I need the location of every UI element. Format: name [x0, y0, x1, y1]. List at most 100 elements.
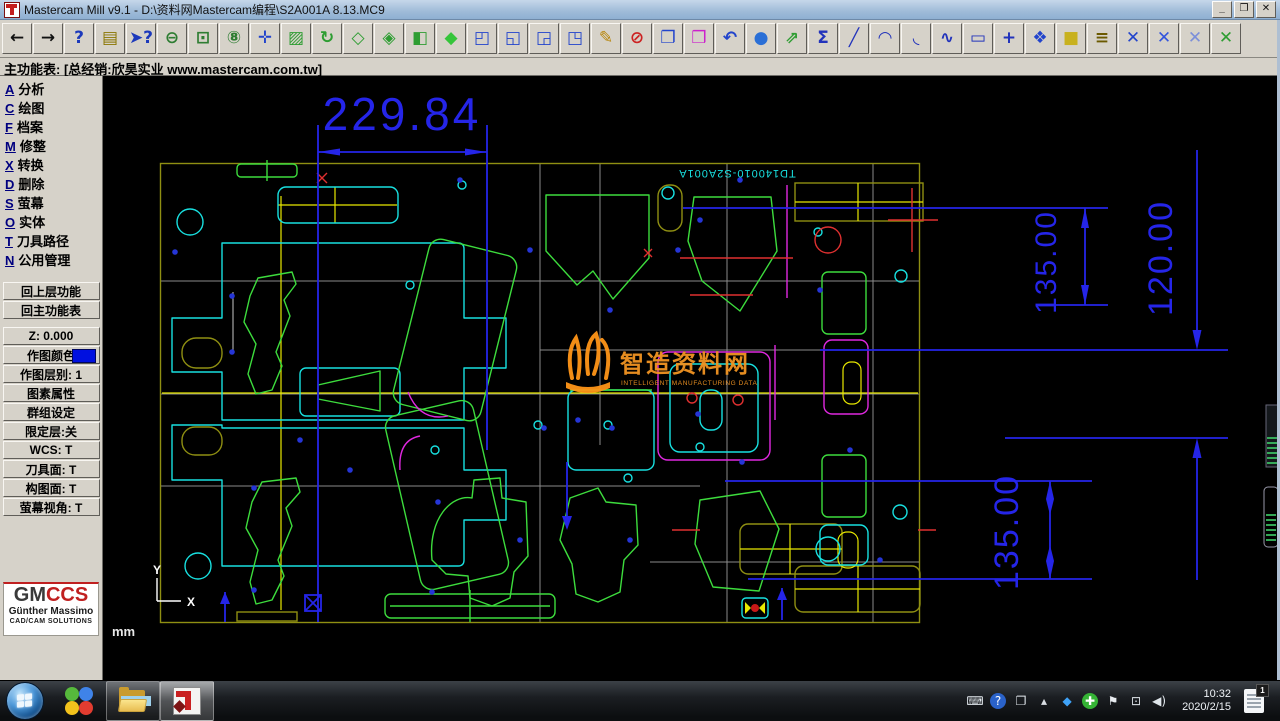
trim-divide[interactable]: ✕	[1180, 23, 1210, 54]
pencil[interactable]: ✎	[591, 23, 621, 54]
gview-axes[interactable]: ◈	[374, 23, 404, 54]
app-icon	[4, 1, 20, 18]
screen-next[interactable]: ⇗	[777, 23, 807, 54]
help[interactable]: ?	[64, 23, 94, 54]
keyboard-tray-icon[interactable]: ⌨	[966, 693, 983, 709]
clock[interactable]: 10:32 2020/2/15	[1182, 688, 1231, 714]
taskbar-app-explorer[interactable]	[106, 681, 160, 721]
modify[interactable]: M 修整	[5, 136, 102, 155]
trim-3[interactable]: ✕	[1211, 23, 1241, 54]
no-pencil[interactable]: ⊘	[622, 23, 652, 54]
shade[interactable]: ●	[746, 23, 776, 54]
attributes[interactable]: 图素属性	[2, 384, 100, 402]
control-button-label: Z: 0.000	[28, 329, 74, 343]
watermark-subtitle: INTELLIGENT MANUFACTURING DATA	[621, 380, 758, 387]
repaint[interactable]: ▨	[281, 23, 311, 54]
copy-entities[interactable]: ❐	[653, 23, 683, 54]
view-iso[interactable]: ◳	[560, 23, 590, 54]
forward[interactable]: →	[33, 23, 63, 54]
graphics-view[interactable]: 萤幕视角: T	[2, 498, 100, 516]
create-surface[interactable]: ❖	[1025, 23, 1055, 54]
construction-plane[interactable]: 构图面: T	[2, 479, 100, 497]
operations-manager[interactable]: ≡	[1087, 23, 1117, 54]
draw-level[interactable]: 作图层别: 1	[2, 365, 100, 383]
zoom[interactable]: ⊖	[157, 23, 187, 54]
back[interactable]: ←	[2, 23, 32, 54]
unzoom-08[interactable]: ⑧	[219, 23, 249, 54]
backup[interactable]: 回上层功能	[2, 282, 100, 300]
create-arc[interactable]: ◠	[870, 23, 900, 54]
graphics-area[interactable]: 229.84 135.00 120.00 135.00 TD140010-S2A…	[103, 76, 1280, 680]
mastercam-icon	[173, 687, 201, 715]
minimize-button[interactable]: _	[1212, 1, 1232, 18]
trim-2[interactable]: ✕	[1149, 23, 1179, 54]
tool-plane[interactable]: 刀具面: T	[2, 460, 100, 478]
groups[interactable]: 群组设定	[2, 403, 100, 421]
main-menu-sidebar: A 分析 C 绘图 F 档案 M 修整 X 转换 D 删除 S 萤幕 O 实体 T 刀具路径 N公…	[0, 76, 103, 680]
statistics[interactable]: Σ	[808, 23, 838, 54]
control-button-label: 构图面: T	[25, 481, 77, 496]
dynamic-rotate[interactable]: ↻	[312, 23, 342, 54]
undo[interactable]: ↶	[715, 23, 745, 54]
gview-wireframe[interactable]: ◇	[343, 23, 373, 54]
gview-half[interactable]: ◧	[405, 23, 435, 54]
taskbar-app-mastercam[interactable]	[160, 681, 214, 721]
volume-icon[interactable]: ◀)	[1151, 693, 1167, 709]
view-front[interactable]: ◱	[498, 23, 528, 54]
gview-shaded[interactable]: ◆	[436, 23, 466, 54]
show-hidden-icons[interactable]: ▴	[1036, 693, 1052, 709]
taskbar: ⌨? ❐ ▴ ◆ ✚ ⚑ ⊡ ◀) 10:32 2020/2/15 1	[0, 680, 1280, 721]
trim-1[interactable]: ✕	[1118, 23, 1148, 54]
create-spline[interactable]: ∿	[932, 23, 962, 54]
dim-height-top-label: 135.00	[1030, 210, 1063, 314]
screen[interactable]: S 萤幕	[5, 193, 102, 212]
antivirus-icon[interactable]: ✚	[1082, 693, 1099, 709]
zoom-window[interactable]: ⊡	[188, 23, 218, 54]
pan[interactable]: ✛	[250, 23, 280, 54]
cad-drawing[interactable]: 229.84 135.00 120.00 135.00 TD140010-S2A…	[103, 76, 1280, 680]
draw-color[interactable]: 作图颜色	[2, 346, 100, 364]
toolbar-button-icon: ◲	[535, 28, 553, 48]
network-icon[interactable]: ⊡	[1128, 693, 1144, 709]
nc-utils[interactable]: N 公用管理	[5, 250, 102, 269]
wcs[interactable]: WCS: T	[2, 441, 100, 459]
control-button-label: WCS: T	[29, 443, 73, 457]
notes-tray-icon[interactable]: 1	[1244, 684, 1269, 713]
toolbar-button-icon: ↻	[319, 28, 335, 48]
select-help[interactable]: ➤?	[126, 23, 156, 54]
toolbar-button-icon: ✎	[598, 28, 614, 48]
file-cabinet[interactable]: ▤	[95, 23, 125, 54]
solids[interactable]: O 实体	[5, 212, 102, 231]
create[interactable]: C 绘图	[5, 98, 102, 117]
xform[interactable]: X 转换	[5, 155, 102, 174]
file[interactable]: F 档案	[5, 117, 102, 136]
delete[interactable]: D 删除	[5, 174, 102, 193]
draw-color-swatch	[71, 349, 96, 363]
create-fillet[interactable]: ◟	[901, 23, 931, 54]
taskbar-app-browser[interactable]	[52, 681, 106, 721]
system-tray: ⌨? ❐ ▴ ◆ ✚ ⚑ ⊡ ◀) 10:32 2020/2/15 1	[966, 681, 1280, 721]
view-side[interactable]: ◲	[529, 23, 559, 54]
toolpaths[interactable]: T 刀具路径	[5, 231, 102, 250]
move-levels[interactable]: ❒	[684, 23, 714, 54]
create-solid[interactable]: ■	[1056, 23, 1086, 54]
close-button[interactable]: ✕	[1256, 1, 1276, 18]
action-center-icon[interactable]: ⚑	[1105, 693, 1121, 709]
limit-level[interactable]: 限定层:关	[2, 422, 100, 440]
create-line[interactable]: ╱	[839, 23, 869, 54]
create-rectangle[interactable]: ▭	[963, 23, 993, 54]
z-depth[interactable]: Z: 0.000	[2, 327, 100, 345]
dim-height-overall-label: 120.00	[1142, 200, 1180, 316]
create-point[interactable]: +	[994, 23, 1024, 54]
restore-button[interactable]: ❐	[1234, 1, 1254, 18]
folder-icon	[117, 687, 151, 712]
analyze[interactable]: A 分析	[5, 79, 102, 98]
help-tray-icon[interactable]: ?	[990, 693, 1007, 709]
security-shield-icon[interactable]: ◆	[1059, 693, 1075, 709]
view-top[interactable]: ◰	[467, 23, 497, 54]
start-button[interactable]	[6, 682, 44, 720]
main-menu[interactable]: 回主功能表	[2, 301, 100, 319]
display-tray-icon[interactable]: ❐	[1013, 693, 1029, 709]
toolbar-button-icon: ▭	[969, 28, 987, 48]
menu-hotkey: D	[5, 177, 15, 192]
